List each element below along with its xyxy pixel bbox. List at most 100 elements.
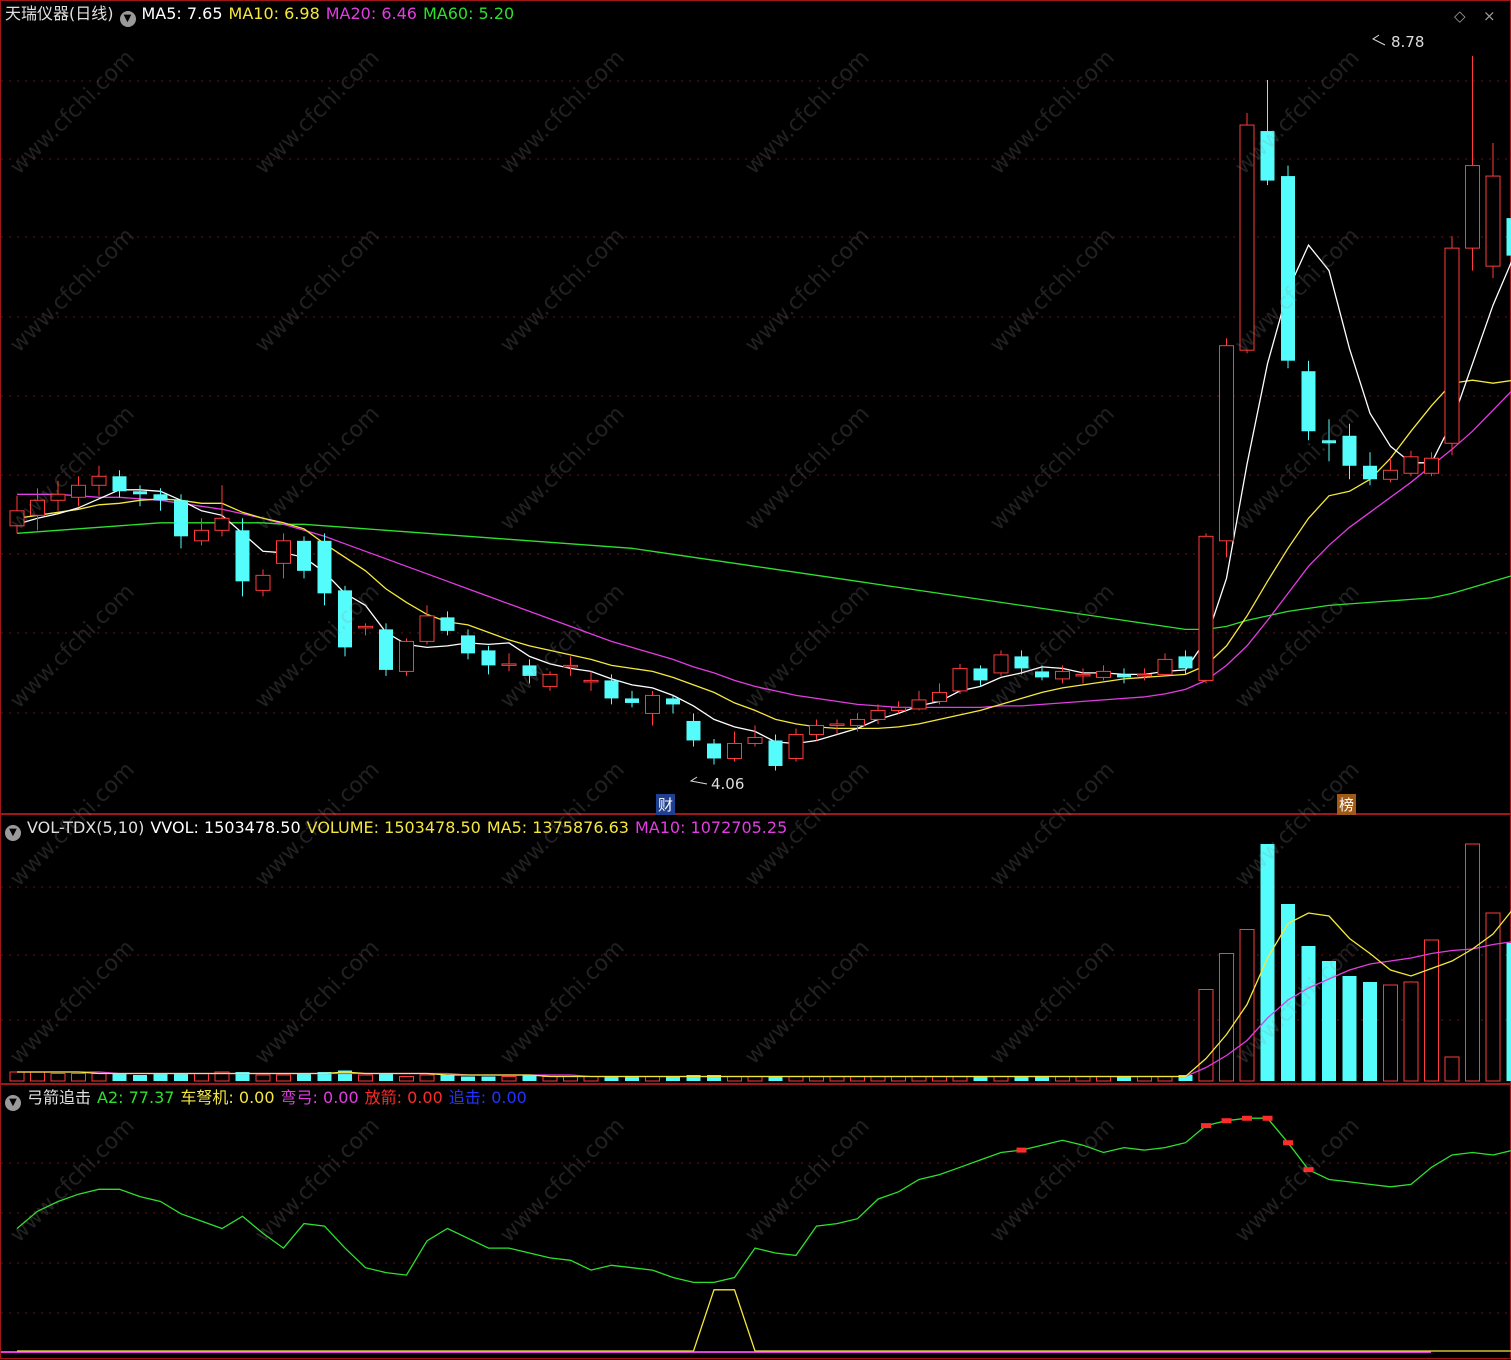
indicator-name[interactable]: 弓箭追击 [27,1088,91,1107]
candle-body-down [113,476,127,491]
volume-value: VOLUME: 1503478.50 [307,818,481,837]
volume-chart[interactable] [1,815,1511,1085]
volume-bar-up [1158,1077,1172,1082]
volume-bar-down [441,1075,455,1081]
price-chart[interactable] [1,1,1511,815]
candle-body-up [810,725,824,734]
volume-bar-down [379,1074,393,1082]
candle-body-down [1281,176,1295,361]
stock-title[interactable]: 天瑞仪器(日线) [5,4,114,23]
volume-bar-down [461,1077,475,1082]
high-arrow [1373,35,1385,45]
fangjian-marker [1242,1116,1252,1121]
candle-body-up [1404,457,1418,474]
candle-body-up [1138,674,1152,676]
candle-body-down [441,617,455,631]
candle-body-down [318,541,332,594]
indicator-panel[interactable]: ▼弓箭追击A2: 77.37车弩机: 0.00弯弓: 0.00放箭: 0.00追… [0,1084,1511,1359]
candle-body-down [133,491,147,494]
candle-body-down [1343,436,1357,466]
volume-bar-up [1056,1077,1070,1082]
volume-bar-up [72,1074,86,1082]
candle-body-up [1425,458,1439,473]
candle-body-down [625,698,639,703]
candle-body-down [1015,656,1029,668]
ma60-value: MA60: 5.20 [423,4,514,23]
candle-body-up [728,743,742,758]
candle-body-down [974,668,988,680]
candle-body-down [707,743,721,758]
volume-bar-up [851,1077,865,1082]
price-panel[interactable]: 天瑞仪器(日线)▼MA5: 7.65MA10: 6.98MA20: 6.46MA… [0,0,1511,814]
candle-body-up [1486,176,1500,266]
volume-bar-up [830,1077,844,1082]
legend-toggle-icon[interactable]: ▼ [5,1095,21,1111]
candle-body-up [912,700,926,709]
candle-body-up [892,707,906,710]
volume-bar-up [195,1074,209,1082]
volume-bar-down [297,1074,311,1082]
volume-bar-up [277,1075,291,1081]
candle-body-down [1261,131,1275,181]
candle-body-down [1035,671,1049,677]
close-icon[interactable]: × [1483,7,1496,25]
volume-bar-up [359,1075,373,1081]
candle-body-down [1179,656,1193,668]
volume-bar-up [789,1077,803,1082]
candle-body-up [92,476,106,485]
a2-value: A2: 77.37 [97,1088,174,1107]
fangjian-marker [1201,1123,1211,1128]
indicator-legend: ▼弓箭追击A2: 77.37车弩机: 0.00弯弓: 0.00放箭: 0.00追… [5,1089,533,1111]
volume-bar-up [1425,940,1439,1081]
candle-body-up [584,680,598,682]
candle-body-up [1076,674,1090,676]
candle-body-up [1220,346,1234,541]
vol-indicator-name[interactable]: VOL-TDX(5,10) [27,818,144,837]
volume-bar-down [769,1077,783,1082]
volume-bar-up [31,1072,45,1081]
price-legend: 天瑞仪器(日线)▼MA5: 7.65MA10: 6.98MA20: 6.46MA… [5,5,520,27]
volume-bar-down [1117,1077,1131,1082]
candle-body-down [236,530,250,581]
candle-body-up [994,655,1008,673]
volume-bar-up [420,1075,434,1081]
candle-body-up [1056,671,1070,679]
fangjian-marker [1304,1167,1314,1172]
ma10-value: MA10: 6.98 [229,4,320,23]
candle-body-up [1384,470,1398,479]
volume-panel[interactable]: ▼ VOL-TDX(5,10) VVOL: 1503478.50 VOLUME: 15… [0,814,1511,1084]
candle-body-down [687,721,701,741]
vvol-value: VVOL: 1503478.50 [150,818,300,837]
candle-body-down [1363,466,1377,480]
event-bang-badge[interactable]: 榜 [1337,794,1356,815]
volume-bar-up [10,1072,24,1081]
volume-bar-down [625,1077,639,1082]
candle-body-up [359,626,373,628]
volume-bar-down [1015,1077,1029,1082]
candle-body-up [953,668,967,691]
candle-body-up [31,500,45,515]
volume-bar-up [584,1077,598,1082]
indicator-chart[interactable] [1,1085,1511,1360]
diamond-icon[interactable]: ◇ [1454,7,1466,25]
volume-bar-down [666,1077,680,1082]
volume-bar-up [892,1077,906,1082]
event-cai-badge[interactable]: 财 [656,794,675,815]
volume-bar-up [1384,985,1398,1081]
candle-body-up [871,710,885,719]
candle-body-up [933,692,947,701]
ma5-value: MA5: 7.65 [142,4,223,23]
fangjian-value: 放箭: 0.00 [365,1088,443,1107]
volume-bar-up [646,1077,660,1082]
chenuji-line [17,1290,1511,1351]
volume-bar-up [1076,1077,1090,1082]
volume-bar-down [1343,976,1357,1081]
candle-body-up [1445,248,1459,443]
candle-body-up [400,641,414,671]
legend-toggle-icon[interactable]: ▼ [120,11,136,27]
candle-body-up [256,575,270,590]
chenuji-value: 车弩机: 0.00 [180,1088,274,1107]
volume-bar-up [871,1077,885,1082]
legend-toggle-icon[interactable]: ▼ [5,825,21,841]
candle-body-up [72,485,86,497]
